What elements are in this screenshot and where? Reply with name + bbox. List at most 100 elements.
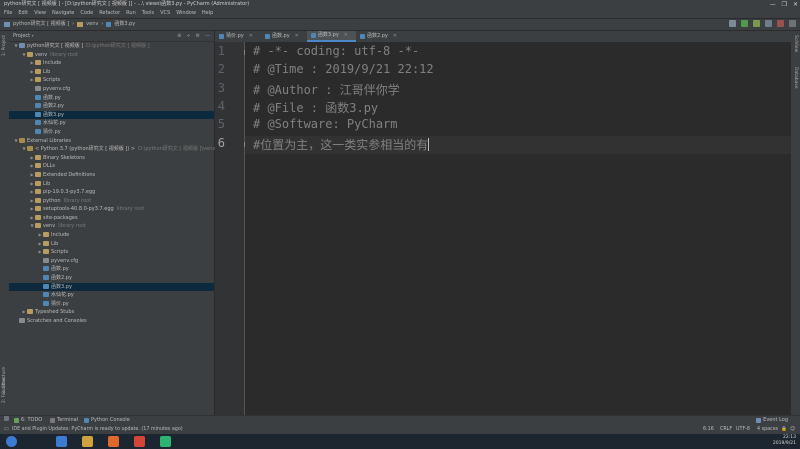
- menu-run[interactable]: Run: [126, 9, 136, 18]
- stop-icon[interactable]: [777, 20, 784, 27]
- tree-item[interactable]: ▶ Typeshed Stubs: [9, 308, 214, 317]
- tree-item[interactable]: 函数3.py: [9, 282, 214, 292]
- pycharm-icon[interactable]: [160, 436, 171, 447]
- explorer-icon[interactable]: [82, 436, 93, 447]
- menu-window[interactable]: Window: [176, 9, 196, 18]
- lock-icon[interactable]: 🔒: [781, 425, 787, 434]
- menu-code[interactable]: Code: [80, 9, 93, 18]
- tree-item[interactable]: ▶ Include: [9, 59, 214, 68]
- tree-item[interactable]: 函数3.py: [9, 110, 214, 120]
- database-tool-tab[interactable]: Database: [793, 67, 798, 88]
- tray-date[interactable]: 2019/9/21: [773, 441, 796, 447]
- menu-tools[interactable]: Tools: [142, 9, 154, 18]
- tree-item[interactable]: ▶ python library root: [9, 197, 214, 206]
- tree-item[interactable]: ▶ setuptools-40.8.0-py3.7.egg library root: [9, 205, 214, 214]
- breadcrumb-project[interactable]: python研究文 [ 视频版 ]: [13, 19, 69, 30]
- collapse-icon[interactable]: ÷: [186, 31, 190, 41]
- coverage-icon[interactable]: [765, 20, 772, 27]
- tree-item[interactable]: 猜价.py: [9, 128, 214, 137]
- ie-icon[interactable]: [56, 436, 67, 447]
- favorites-tool-tab[interactable]: 2: Favorites: [2, 377, 7, 403]
- todo-tool-button[interactable]: 6: TODO: [14, 416, 42, 425]
- gear-icon[interactable]: ⚙: [196, 31, 200, 41]
- chevron-down-icon[interactable]: ▾: [32, 33, 34, 38]
- maximize-button[interactable]: ❐: [782, 0, 787, 9]
- start-icon[interactable]: [6, 436, 17, 447]
- code-line[interactable]: # @Software: PyCharm: [253, 117, 398, 131]
- file-encoding[interactable]: UTF-8: [736, 425, 750, 434]
- editor-tab[interactable]: 函数.py ✕: [261, 31, 307, 42]
- close-button[interactable]: ✕: [793, 0, 798, 9]
- tree-item[interactable]: ▼ < Python 3.7 (python研究文 [ 视频版 ]) > D:\py…: [9, 145, 234, 154]
- chrome-icon[interactable]: [134, 436, 145, 447]
- terminal-tool-button[interactable]: Terminal: [50, 416, 78, 425]
- locate-icon[interactable]: ⊕: [177, 31, 181, 41]
- tree-item[interactable]: ▶ site-packages: [9, 214, 214, 223]
- project-panel-title[interactable]: Project: [13, 33, 30, 39]
- tree-item[interactable]: pyvenv.cfg: [9, 85, 214, 94]
- tree-item[interactable]: ▶ Scripts: [9, 248, 214, 257]
- line-separator[interactable]: CRLF: [720, 425, 732, 434]
- tree-item[interactable]: ▶ Lib: [9, 240, 214, 249]
- menu-navigate[interactable]: Navigate: [52, 9, 74, 18]
- tree-item[interactable]: ▼ External Libraries: [9, 137, 214, 146]
- tree-item[interactable]: 函数2.py: [9, 102, 214, 111]
- tree-item[interactable]: ▶ Extended Definitions: [9, 171, 214, 180]
- debug-icon[interactable]: [753, 20, 760, 27]
- indent-setting[interactable]: 4 spaces: [757, 425, 778, 434]
- menu-help[interactable]: Help: [202, 9, 213, 18]
- editor-tab[interactable]: 函数2.py ✕: [356, 31, 405, 42]
- run-config-icon[interactable]: [729, 20, 736, 27]
- breadcrumb-file[interactable]: 函数3.py: [114, 19, 135, 30]
- tree-item[interactable]: ▼ venv library root: [9, 222, 214, 231]
- caret-position[interactable]: 6:16: [703, 425, 714, 434]
- editor-tab[interactable]: 猜价.py ✕: [215, 31, 261, 42]
- tree-item[interactable]: ▶ Include: [9, 231, 214, 240]
- tree-item[interactable]: 函数2.py: [9, 274, 214, 283]
- tree-item[interactable]: ▶ DLLs: [9, 162, 214, 171]
- close-icon[interactable]: ✕: [344, 30, 348, 41]
- breadcrumb-venv[interactable]: venv: [86, 19, 98, 30]
- close-icon[interactable]: ✕: [249, 31, 253, 42]
- code-line[interactable]: # @Author : 江哥伴你学: [253, 81, 400, 98]
- run-icon[interactable]: [741, 20, 748, 27]
- tree-item[interactable]: ▼ venv library root: [9, 51, 214, 60]
- minimize-button[interactable]: —: [770, 0, 776, 9]
- status-icon[interactable]: ▭: [4, 425, 9, 434]
- search-icon[interactable]: [789, 20, 796, 27]
- tree-item[interactable]: ▼ python研究文 [ 视频版 ] D:\python研究文 [ 视频版 ]: [9, 42, 214, 51]
- tree-item[interactable]: ▶ Scripts: [9, 76, 214, 85]
- code-line[interactable]: #位置为主，这一类实参相当的有: [253, 136, 430, 153]
- menu-vcs[interactable]: VCS: [160, 9, 170, 18]
- tree-item[interactable]: ▶ Binary Skeletons: [9, 154, 214, 163]
- python-console-tool-button[interactable]: Python Console: [84, 416, 130, 425]
- menu-refactor[interactable]: Refactor: [99, 9, 120, 18]
- code-line[interactable]: # @Time : 2019/9/21 22:12: [253, 62, 434, 76]
- menu-view[interactable]: View: [34, 9, 46, 18]
- project-tool-tab[interactable]: 1: Project: [2, 35, 7, 56]
- hide-icon[interactable]: —: [205, 31, 210, 41]
- tool-window-toggle[interactable]: [4, 416, 9, 421]
- menu-file[interactable]: File: [4, 9, 12, 18]
- tree-item[interactable]: Scratches and Consoles: [9, 317, 214, 326]
- tree-item[interactable]: pyvenv.cfg: [9, 257, 214, 266]
- tree-item[interactable]: 猜价.py: [9, 300, 214, 309]
- menu-edit[interactable]: Edit: [18, 9, 28, 18]
- firefox-icon[interactable]: [108, 436, 119, 447]
- close-icon[interactable]: ✕: [393, 31, 397, 42]
- tree-item[interactable]: 函数.py: [9, 94, 214, 103]
- status-message[interactable]: IDE and Plugin Updates: PyCharm is ready…: [12, 425, 183, 434]
- sciview-tool-tab[interactable]: SciView: [793, 35, 798, 52]
- code-line[interactable]: # @File : 函数3.py: [253, 99, 378, 116]
- tree-item[interactable]: ▶ pip-19.0.3-py3.7.egg: [9, 188, 214, 197]
- event-log-button[interactable]: Event Log: [756, 416, 788, 425]
- tree-item[interactable]: 函数.py: [9, 265, 214, 274]
- code-editor[interactable]: # -*- coding: utf-8 -*- # @Time : 2019/9/…: [245, 42, 791, 415]
- tree-item[interactable]: ▶ Lib: [9, 68, 214, 77]
- close-icon[interactable]: ✕: [295, 31, 299, 42]
- code-line[interactable]: # -*- coding: utf-8 -*-: [253, 44, 419, 58]
- tree-item[interactable]: 水仙花.py: [9, 119, 214, 128]
- tree-item[interactable]: ▶ Lib: [9, 180, 214, 189]
- tree-item[interactable]: 水仙花.py: [9, 291, 214, 300]
- inspector-icon[interactable]: ☺: [790, 425, 795, 434]
